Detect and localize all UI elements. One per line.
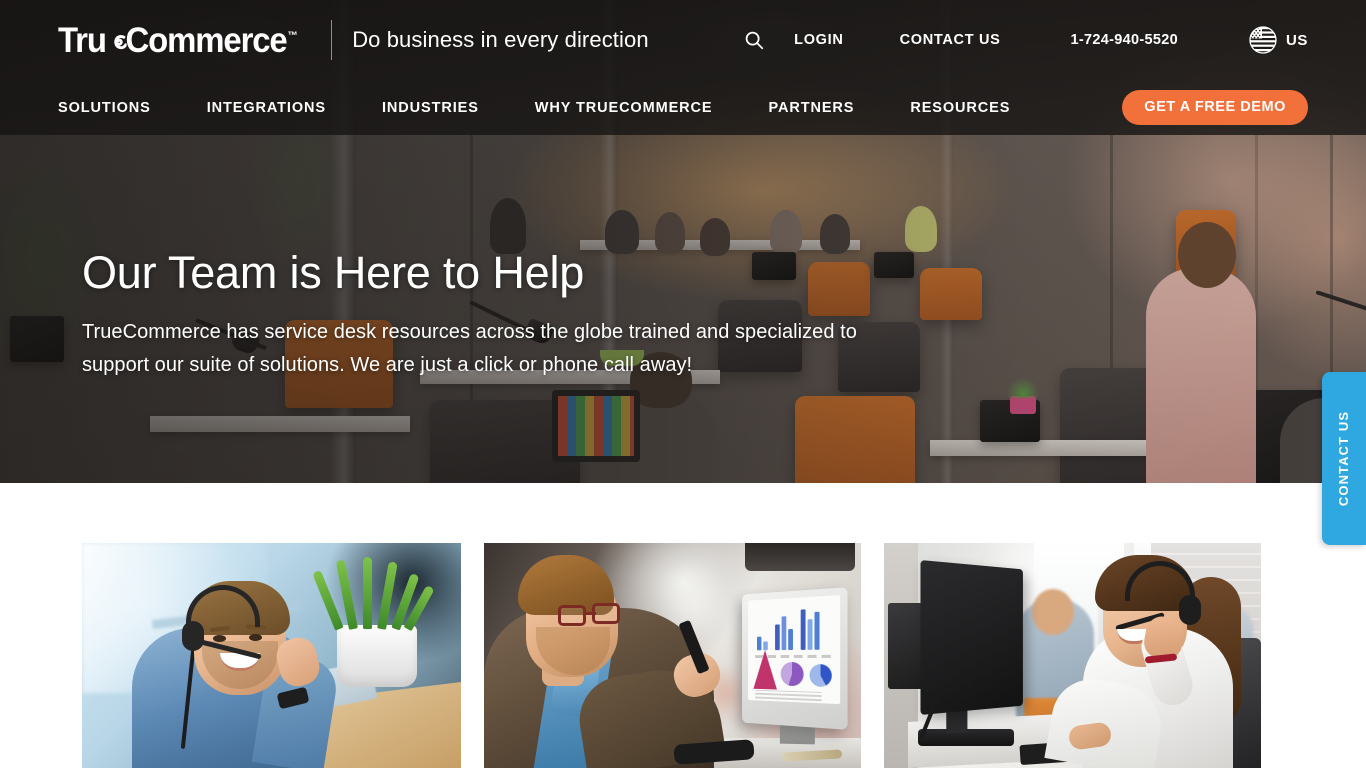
logo-text-before: Tru [58, 20, 107, 60]
support-agent-headset-card[interactable] [82, 543, 461, 768]
contact-us-side-tab[interactable]: CONTACT US [1322, 372, 1366, 545]
locale-selector[interactable]: US [1248, 25, 1308, 55]
page-root: Tru Commerce™ Do business in every direct… [0, 0, 1366, 768]
chart-pie [780, 661, 804, 687]
chart-pie [809, 664, 832, 688]
eyeglasses-lens [558, 605, 586, 626]
header-upper-row: Tru Commerce™ Do business in every direct… [0, 0, 1366, 80]
header-utility-nav: LOGIN CONTACT US 1-724-940-5520 US [739, 25, 1366, 55]
computer-monitor [920, 560, 1023, 715]
chart-bar [814, 611, 820, 650]
nav-item-partners[interactable]: PARTNERS [768, 100, 854, 116]
secondary-monitor [888, 603, 924, 689]
login-link[interactable]: LOGIN [794, 32, 843, 48]
hero-copy: Our Team is Here to Help TrueCommerce ha… [82, 247, 882, 381]
potted-plant-leaves [312, 557, 435, 632]
nav-item-industries[interactable]: INDUSTRIES [382, 100, 479, 116]
nav-item-solutions[interactable]: SOLUTIONS [58, 100, 151, 116]
chart-axis-labels [755, 654, 834, 659]
ceiling-light [745, 543, 855, 571]
logo-trademark: ™ [287, 29, 298, 42]
phone-number-link[interactable]: 1-724-940-5520 [1071, 32, 1178, 48]
desktop-computer [742, 587, 848, 730]
page-title: Our Team is Here to Help [82, 247, 585, 298]
cards-section [0, 483, 1366, 768]
plant-pot [337, 625, 417, 687]
leaf [363, 557, 372, 629]
search-icon[interactable] [739, 25, 769, 55]
swirl-e-icon [105, 31, 127, 54]
logo-divider [331, 20, 333, 60]
locale-label: US [1285, 31, 1308, 49]
dashboard-screen [748, 595, 841, 705]
chart-bar [763, 641, 768, 651]
eye [213, 635, 226, 642]
chart-bar [756, 636, 762, 651]
header-lower-row: SOLUTIONS INTEGRATIONS INDUSTRIES WHY TR… [0, 80, 1366, 135]
logo-text-after: Commerce [125, 20, 288, 60]
background-person-head [1032, 589, 1074, 635]
analyst-phone-dashboard-card[interactable] [484, 543, 861, 768]
chart-bar [788, 628, 793, 651]
nav-item-why-truecommerce[interactable]: WHY TRUECOMMERCE [535, 100, 713, 116]
nav-item-integrations[interactable]: INTEGRATIONS [207, 100, 326, 116]
call-center-woman-card[interactable] [884, 543, 1261, 768]
chart-bar [781, 616, 787, 651]
eyeglasses-bridge [586, 612, 596, 615]
us-flag-globe-icon [1248, 25, 1278, 55]
eyeglasses-lens [592, 603, 620, 624]
logo-wordmark: Tru Commerce™ [58, 23, 298, 58]
card-row [82, 543, 1261, 768]
main-navigation: SOLUTIONS INTEGRATIONS INDUSTRIES WHY TR… [58, 100, 1066, 116]
contact-us-link[interactable]: CONTACT US [900, 32, 1001, 48]
chart-bar [775, 624, 780, 651]
chart-caption-lines [755, 689, 822, 702]
get-a-free-demo-button[interactable]: GET A FREE DEMO [1122, 90, 1308, 125]
chart-bar [800, 609, 806, 650]
hero-subtitle: TrueCommerce has service desk resources … [82, 321, 857, 376]
nav-item-resources[interactable]: RESOURCES [910, 100, 1010, 116]
site-logo[interactable]: Tru Commerce™ Do business in every direct… [58, 17, 649, 63]
chart-bar [807, 619, 813, 650]
site-tagline: Do business in every direction [352, 27, 649, 52]
eye [249, 634, 262, 641]
contact-us-side-tab-label: CONTACT US [1336, 410, 1352, 507]
site-header: Tru Commerce™ Do business in every direct… [0, 0, 1366, 135]
